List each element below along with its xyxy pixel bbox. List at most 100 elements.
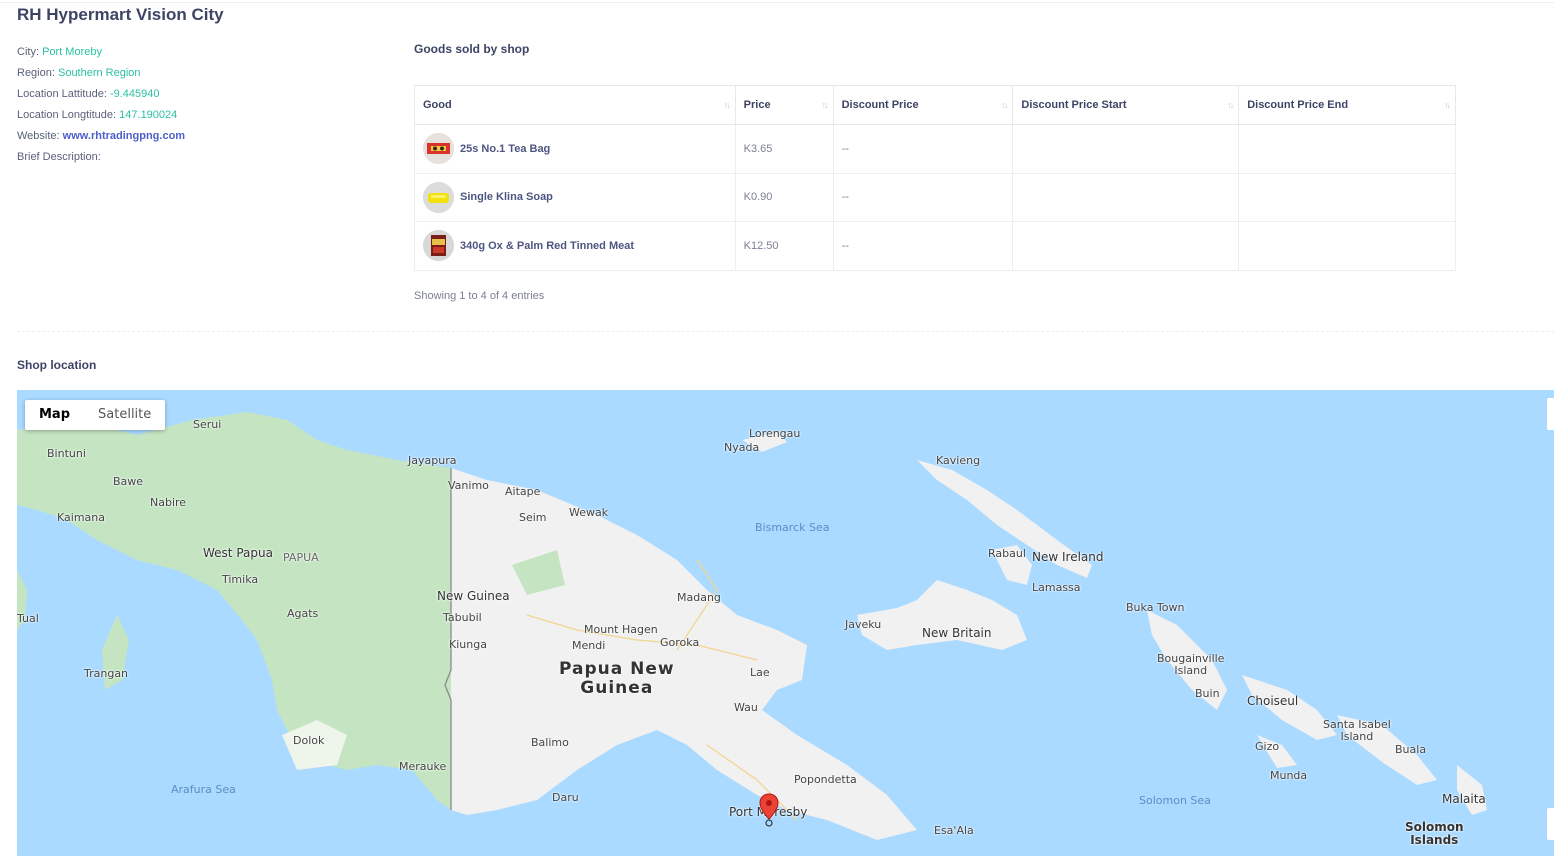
map-label: Lamassa <box>1032 581 1081 594</box>
discount-start-cell <box>1012 172 1240 222</box>
description-row: Brief Description: <box>17 147 185 168</box>
entries-info: Showing 1 to 4 of 4 entries <box>414 290 545 302</box>
map-label: Kaimana <box>57 511 105 524</box>
location-title: Shop location <box>17 358 97 372</box>
map-label: Tual <box>17 612 39 625</box>
map-label: Esa'Ala <box>934 824 974 837</box>
map-label: Solomon Islands <box>1405 820 1464 847</box>
city-row: City: Port Moreby <box>17 42 185 63</box>
discount-cell: -- <box>832 124 1014 174</box>
price-cell: K0.90 <box>734 172 834 222</box>
shop-title: RH Hypermart Vision City <box>17 5 224 24</box>
discount-start-cell <box>1012 124 1240 174</box>
map-type-control: Map Satellite <box>25 400 166 430</box>
map-label: Aitape <box>505 485 541 498</box>
map-label: Popondetta <box>794 773 857 786</box>
map-label: Lorengau <box>749 427 801 440</box>
map-label: Buka Town <box>1126 601 1185 614</box>
map-label: Serui <box>193 418 222 431</box>
map-button[interactable]: Map <box>25 400 84 430</box>
map-label: Jayapura <box>408 454 457 467</box>
latitude-value: -9.445940 <box>109 88 160 100</box>
table-row: 25s No.1 Tea Bag K3.65 -- <box>414 124 1456 174</box>
map-label: Solomon Sea <box>1139 794 1211 807</box>
goods-title: Goods sold by shop <box>414 42 530 56</box>
discount-end-cell <box>1238 124 1456 174</box>
region-value: Southern Region <box>57 67 141 79</box>
good-cell: 340g Ox & Palm Red Tinned Meat <box>414 221 736 271</box>
map-label: Dolok <box>293 734 325 747</box>
shop-info: City: Port Moreby Region: Southern Regio… <box>17 42 185 168</box>
discount-cell: -- <box>832 221 1014 271</box>
column-header-price[interactable]: Price ↑↓ <box>734 85 834 125</box>
column-header-discount-end[interactable]: Discount Price End ↑↓ <box>1238 85 1456 125</box>
sort-icon: ↑↓ <box>723 100 731 110</box>
map-label: Rabaul <box>988 547 1026 560</box>
map-label: Bintuni <box>47 447 86 460</box>
column-header-good[interactable]: Good ↑↓ <box>414 85 736 125</box>
map-label: Seim <box>519 511 547 524</box>
map-label: Merauke <box>399 760 447 773</box>
map-label: Trangan <box>84 667 129 680</box>
sort-icon: ↑↓ <box>1227 100 1234 110</box>
tinned-meat-product-image <box>423 230 454 262</box>
table-row: 340g Ox & Palm Red Tinned Meat K12.50 -- <box>414 221 1456 271</box>
column-label: Discount Price End <box>1247 99 1349 111</box>
satellite-button[interactable]: Satellite <box>84 400 165 430</box>
shop-location-map[interactable]: Map Satellite Serui Bintuni Bawe Nabire … <box>17 390 1554 856</box>
good-name[interactable]: 340g Ox & Palm Red Tinned Meat <box>460 240 634 252</box>
map-label: Javeku <box>845 618 882 631</box>
latitude-row: Location Lattitude: -9.445940 <box>17 84 185 105</box>
map-label: Kavieng <box>936 454 981 467</box>
discount-cell: -- <box>832 172 1014 222</box>
map-label: Timika <box>222 573 259 586</box>
map-label: New Ireland <box>1032 550 1104 564</box>
column-header-discount-price[interactable]: Discount Price ↑↓ <box>832 85 1014 125</box>
price-cell: K3.65 <box>734 124 834 174</box>
goods-table: Good ↑↓ Price ↑↓ Discount Price ↑↓ Discount… <box>414 85 1456 271</box>
table-header-row: Good ↑↓ Price ↑↓ Discount Price ↑↓ Discount… <box>414 85 1456 125</box>
city-label: City: <box>17 46 39 58</box>
map-label: Malaita <box>1442 792 1486 806</box>
good-cell: Single Klina Soap <box>414 172 736 222</box>
map-label: New Guinea <box>437 589 510 603</box>
map-label: Santa Isabel Island <box>1323 718 1391 743</box>
map-label: Bismarck Sea <box>755 521 830 534</box>
map-label: Madang <box>677 591 721 604</box>
map-label: Mendi <box>572 639 606 652</box>
column-label: Discount Price Start <box>1021 99 1127 111</box>
map-label: Wau <box>734 701 758 714</box>
website-link[interactable]: www.rhtradingpng.com <box>63 130 185 142</box>
top-border <box>0 0 1554 3</box>
longitude-value: 147.190024 <box>119 109 178 121</box>
map-label: Nabire <box>150 496 187 509</box>
region-label: Region: <box>17 67 55 79</box>
map-label: Wewak <box>569 506 609 519</box>
table-row: Single Klina Soap K0.90 -- <box>414 172 1456 222</box>
map-label: Tabubil <box>443 611 482 624</box>
map-label: New Britain <box>922 626 992 640</box>
latitude-label: Location Lattitude: <box>17 88 107 100</box>
good-name[interactable]: Single Klina Soap <box>460 191 553 203</box>
sort-icon: ↑↓ <box>1001 100 1008 110</box>
map-label: Agats <box>287 607 319 620</box>
description-label: Brief Description: <box>17 151 101 163</box>
zoom-control[interactable] <box>1547 808 1554 840</box>
map-label: West Papua <box>203 546 273 560</box>
column-header-discount-start[interactable]: Discount Price Start ↑↓ <box>1012 85 1240 125</box>
country-label: Papua New Guinea <box>559 659 675 698</box>
map-label: Munda <box>1270 769 1308 782</box>
map-label: Arafura Sea <box>171 783 236 796</box>
fullscreen-button[interactable] <box>1547 398 1554 430</box>
longitude-row: Location Longtitude: 147.190024 <box>17 105 185 126</box>
map-label: PAPUA <box>283 551 319 564</box>
tea-bag-product-image <box>423 133 454 165</box>
map-label: Bougainville Island <box>1157 652 1225 677</box>
good-name[interactable]: 25s No.1 Tea Bag <box>460 143 550 155</box>
map-label: Buala <box>1395 743 1427 756</box>
price-cell: K12.50 <box>734 221 834 271</box>
soap-product-image <box>423 181 454 213</box>
sort-icon: ↑↓ <box>1444 100 1451 110</box>
discount-end-cell <box>1238 172 1456 222</box>
map-label: Balimo <box>531 736 569 749</box>
